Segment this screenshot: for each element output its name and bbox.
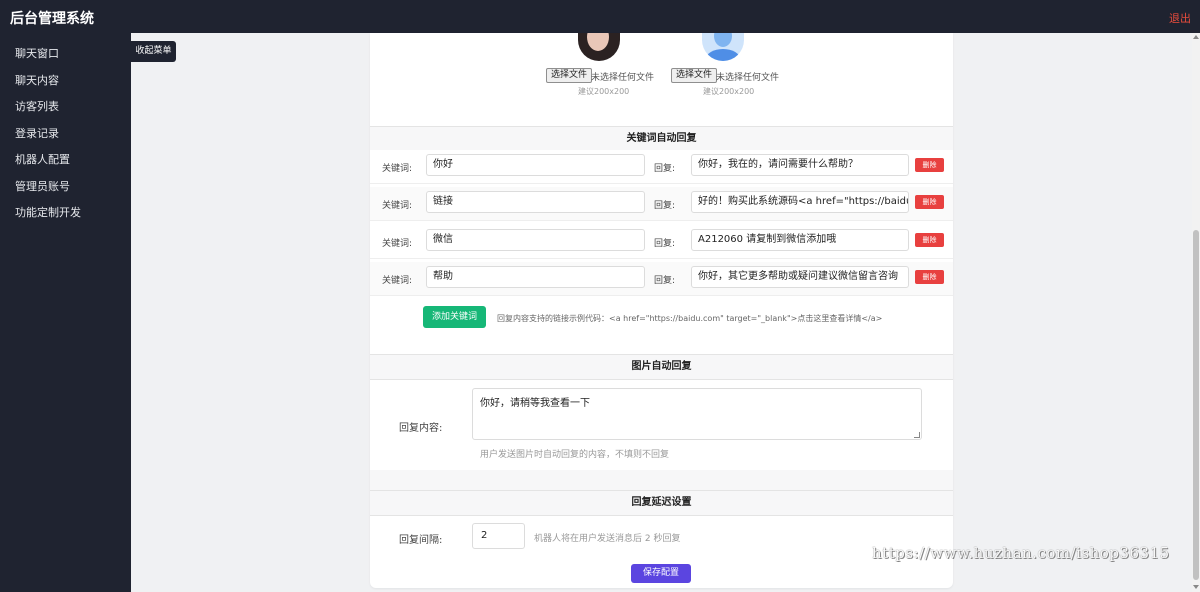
reply-label: 回复: [654,239,676,249]
delete-keyword-button[interactable]: 删除 [915,158,944,172]
logout-link[interactable]: 退出 [1169,10,1191,26]
sidebar-item-visitor-list[interactable]: 访客列表 [15,98,59,114]
image-reply-hint: 用户发送图片时自动回复的内容，不填则不回复 [480,450,670,460]
add-keyword-button[interactable]: 添加关键词 [423,306,486,328]
reply-input[interactable]: 你好，其它更多帮助或疑问建议微信留言咨询 [691,266,909,288]
visitor-avatar-image [702,33,744,61]
image-reply-label: 回复内容: [399,423,443,434]
delay-label: 回复间隔: [399,535,443,546]
delete-keyword-button[interactable]: 删除 [915,233,944,247]
top-bar: 后台管理系统 退出 [0,0,1200,33]
link-example-hint: 回复内容支持的链接示例代码：<a href="https://baidu.com… [497,314,883,323]
robot-config-panel: 选择文件 未选择任何文件 建议200x200 选择文件 未选择任何文件 建议20… [370,33,953,588]
collapse-menu-tooltip[interactable]: 收起菜单 [131,41,176,62]
robot-avatar-image [578,33,620,61]
app-title: 后台管理系统 [10,11,94,27]
keyword-label: 关键词: [382,164,413,174]
keyword-input[interactable]: 帮助 [426,266,645,288]
sidebar-item-chat-content[interactable]: 聊天内容 [15,72,59,88]
watermark-text: https://www.huzhan.com/ishop36315 [872,544,1170,562]
sidebar-item-chat-window[interactable]: 聊天窗口 [15,45,59,61]
resize-grip-icon[interactable] [914,432,920,438]
delay-hint: 机器人将在用户发送消息后 2 秒回复 [534,534,681,544]
scrollbar-thumb[interactable] [1193,230,1199,580]
avatar1-choose-file-button[interactable]: 选择文件 [546,68,593,83]
image-reply-textarea[interactable]: 你好，请稍等我查看一下 [472,388,922,440]
sidebar-item-login-records[interactable]: 登录记录 [15,125,59,141]
section-divider [370,470,953,490]
reply-label: 回复: [654,201,676,211]
sidebar: 聊天窗口 聊天内容 访客列表 登录记录 机器人配置 管理员账号 功能定制开发 [0,33,131,592]
avatar1-size-hint: 建议200x200 [578,87,630,96]
avatar2-file-status: 未选择任何文件 [716,73,780,83]
keyword-row: 关键词: 你好 回复: 你好，我在的，请问需要什么帮助？ 删除 [370,150,953,184]
sidebar-item-custom-dev[interactable]: 功能定制开发 [15,204,81,220]
image-reply-section-title: 图片自动回复 [370,354,953,380]
reply-label: 回复: [654,276,676,286]
avatar1-file-status: 未选择任何文件 [591,73,655,83]
keyword-input[interactable]: 链接 [426,191,645,213]
delete-keyword-button[interactable]: 删除 [915,270,944,284]
keyword-row: 关键词: 链接 回复: 好的！购买此系统源码<a href="https://b… [370,187,953,221]
delete-keyword-button[interactable]: 删除 [915,195,944,209]
keyword-input[interactable]: 你好 [426,154,645,176]
scroll-up-arrow-icon[interactable] [1193,35,1199,39]
save-config-button[interactable]: 保存配置 [631,564,691,583]
reply-input[interactable]: 你好，我在的，请问需要什么帮助？ [691,154,909,176]
scroll-down-arrow-icon[interactable] [1193,585,1199,589]
keyword-label: 关键词: [382,201,413,211]
avatar2-choose-file-button[interactable]: 选择文件 [671,68,718,83]
delay-section-title: 回复延迟设置 [370,490,953,516]
reply-input[interactable]: A212060 请复制到微信添加哦 [691,229,909,251]
keyword-row: 关键词: 微信 回复: A212060 请复制到微信添加哦 删除 [370,225,953,259]
delay-seconds-input[interactable]: 2 [472,523,525,549]
keyword-section-title: 关键词自动回复 [370,126,953,152]
keyword-input[interactable]: 微信 [426,229,645,251]
keyword-label: 关键词: [382,239,413,249]
sidebar-item-robot-config[interactable]: 机器人配置 [15,151,70,167]
keyword-row: 关键词: 帮助 回复: 你好，其它更多帮助或疑问建议微信留言咨询 删除 [370,262,953,296]
image-reply-text: 你好，请稍等我查看一下 [480,398,590,409]
avatar2-size-hint: 建议200x200 [703,87,755,96]
keyword-label: 关键词: [382,276,413,286]
reply-input[interactable]: 好的！购买此系统源码<a href="https://baidu.com [691,191,909,213]
page-scrollbar[interactable] [1192,33,1200,592]
reply-label: 回复: [654,164,676,174]
sidebar-item-admin-account[interactable]: 管理员账号 [15,178,70,194]
